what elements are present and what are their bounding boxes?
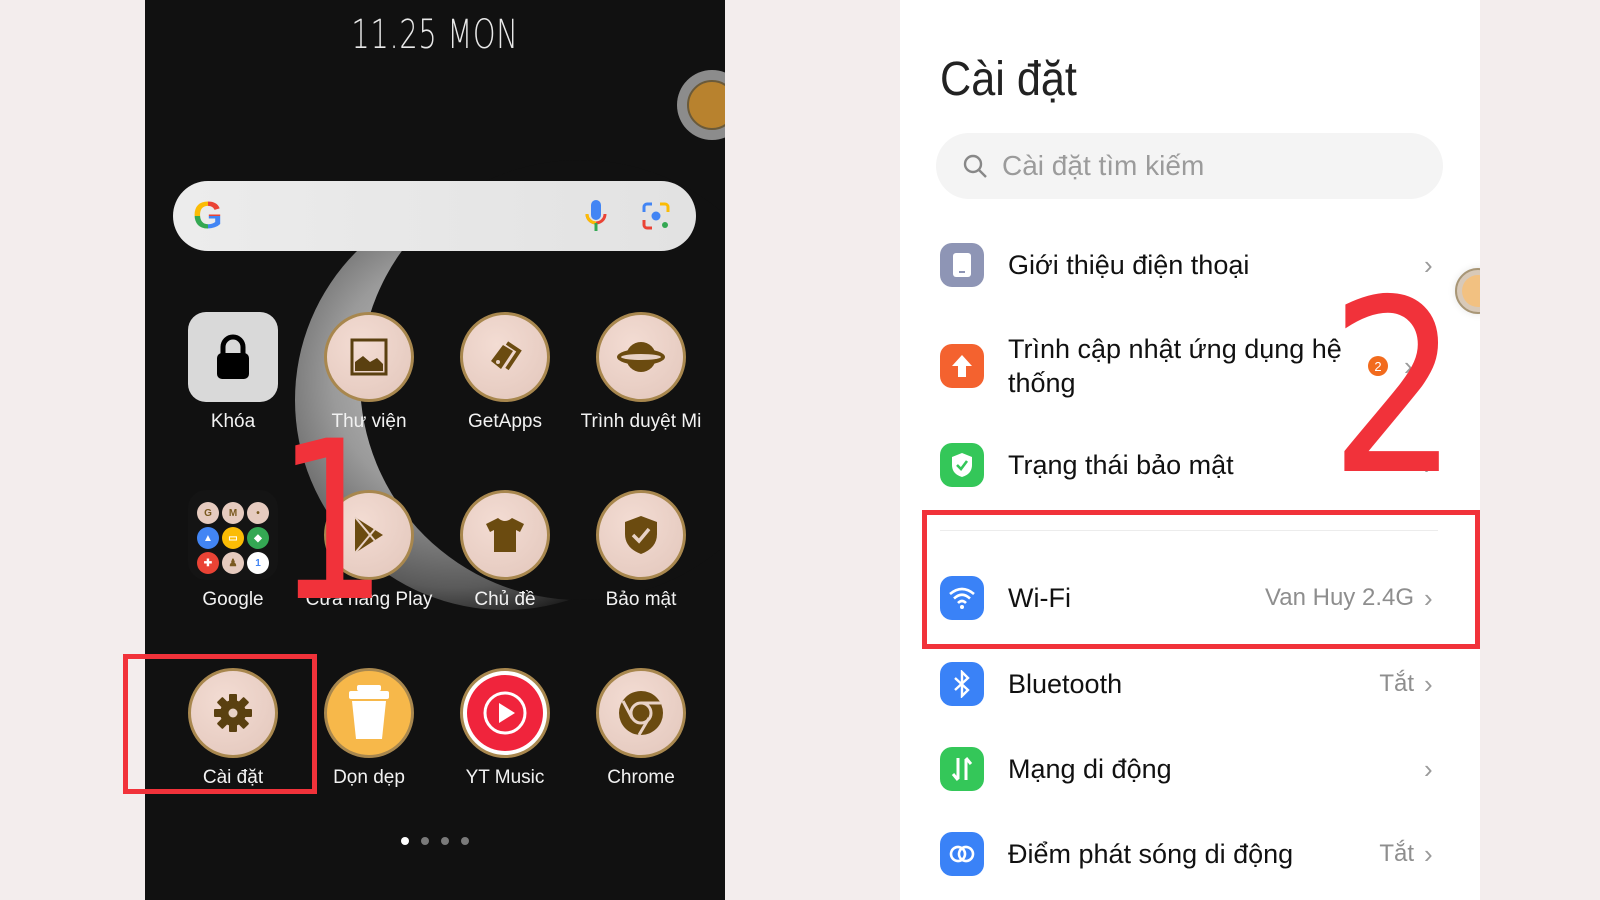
chevron-right-icon: › bbox=[1424, 753, 1433, 784]
settings-search-field[interactable] bbox=[936, 133, 1443, 199]
page-dot[interactable] bbox=[441, 837, 449, 845]
security-shield-icon bbox=[596, 490, 686, 580]
chrome-icon bbox=[596, 668, 686, 758]
yt-music-icon bbox=[460, 668, 550, 758]
hotspot-status: Tắt bbox=[1379, 840, 1414, 867]
step-number-2: 2 bbox=[1329, 248, 1460, 528]
app-getapps[interactable]: GetApps bbox=[437, 312, 573, 472]
floating-assistive-ball[interactable] bbox=[677, 70, 725, 140]
settings-item-mobile-network[interactable]: Mạng di động › bbox=[940, 747, 1440, 791]
page-indicator bbox=[145, 837, 725, 845]
clock-date: 11.25 MON bbox=[351, 12, 519, 58]
google-logo-icon: G bbox=[193, 194, 223, 237]
app-themes[interactable]: Chủ đề bbox=[437, 490, 573, 650]
search-input[interactable] bbox=[1002, 150, 1402, 182]
settings-item-mobile-hotspot[interactable]: Điểm phát sóng di động Tắt › bbox=[940, 832, 1440, 876]
app-cleaner[interactable]: Dọn dẹp bbox=[301, 668, 437, 828]
getapps-tag-icon bbox=[460, 312, 550, 402]
page-dot[interactable] bbox=[421, 837, 429, 845]
bluetooth-status: Tắt bbox=[1379, 670, 1414, 697]
app-mi-browser[interactable]: Trình duyệt Mi bbox=[573, 312, 709, 472]
planet-browser-icon bbox=[596, 312, 686, 402]
chevron-right-icon: › bbox=[1424, 668, 1433, 699]
hotspot-icon bbox=[940, 832, 984, 876]
search-icon bbox=[963, 154, 987, 178]
mobile-data-icon bbox=[940, 747, 984, 791]
app-yt-music[interactable]: YT Music bbox=[437, 668, 573, 828]
page-dot-active[interactable] bbox=[401, 837, 409, 845]
google-lens-icon[interactable] bbox=[636, 196, 676, 236]
app-chrome[interactable]: Chrome bbox=[573, 668, 709, 828]
highlight-box-wifi bbox=[922, 510, 1480, 649]
trash-cleaner-icon bbox=[324, 668, 414, 758]
google-search-bar[interactable]: G bbox=[173, 181, 696, 251]
app-security[interactable]: Bảo mật bbox=[573, 490, 709, 650]
bluetooth-icon bbox=[940, 662, 984, 706]
microphone-icon[interactable] bbox=[576, 196, 616, 236]
highlight-box-settings-app bbox=[123, 654, 317, 794]
page-title: Cài đặt bbox=[940, 53, 1077, 106]
lock-icon bbox=[188, 312, 278, 402]
chevron-right-icon: › bbox=[1424, 838, 1433, 869]
step-number-1: 1 bbox=[275, 394, 388, 650]
tshirt-theme-icon bbox=[460, 490, 550, 580]
phone-info-icon bbox=[940, 243, 984, 287]
update-arrow-icon bbox=[940, 344, 984, 388]
security-check-icon bbox=[940, 443, 984, 487]
settings-item-bluetooth[interactable]: Bluetooth Tắt › bbox=[940, 662, 1440, 706]
page-dot[interactable] bbox=[461, 837, 469, 845]
gallery-icon bbox=[324, 312, 414, 402]
google-folder-icon: G M • ▲ ▭ ◆ ✚ ♟ 1 bbox=[188, 490, 278, 580]
